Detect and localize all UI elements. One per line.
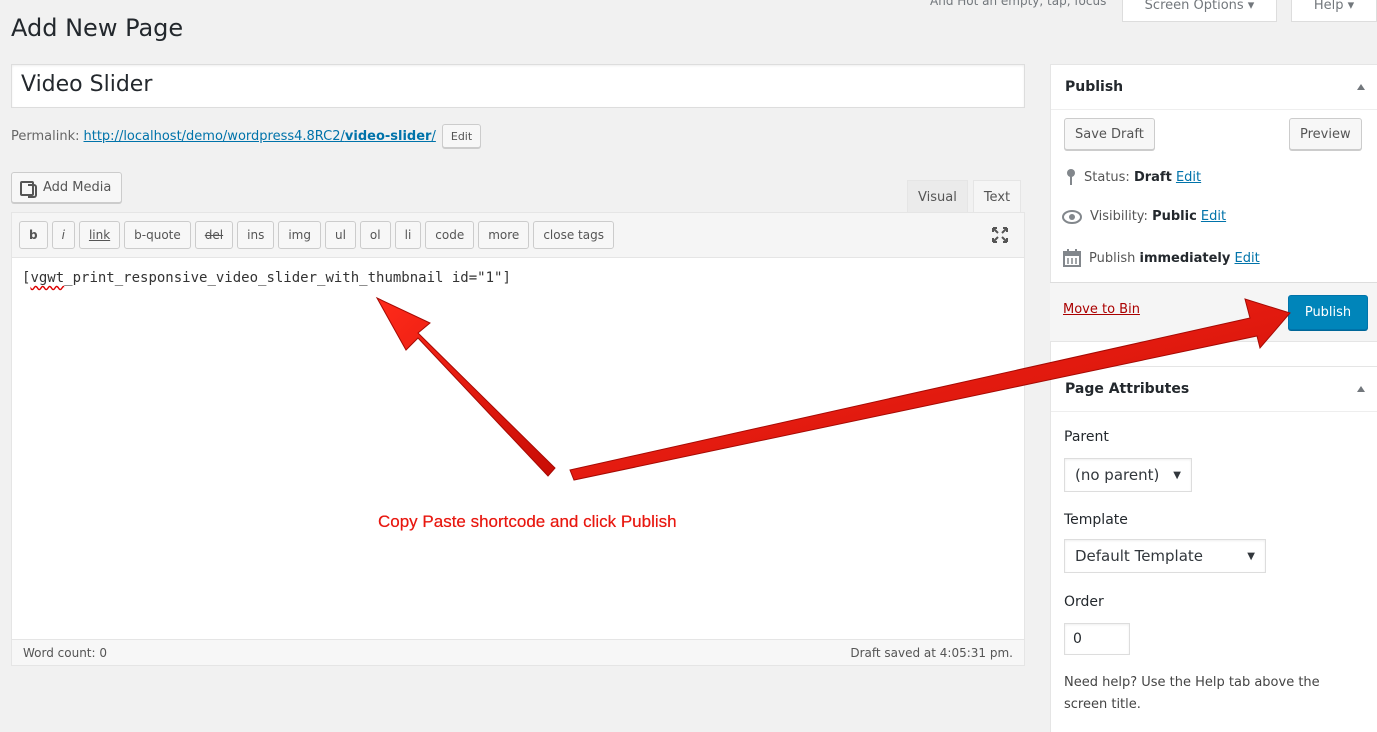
screen-options-tab[interactable]: Screen Options ▾ [1122, 0, 1277, 22]
collapse-caret-icon[interactable] [1357, 386, 1365, 392]
dropdown-arrow-icon: ▼ [1173, 469, 1181, 481]
calendar-icon [1063, 249, 1081, 267]
publish-box: Publish [1050, 64, 1377, 406]
eye-icon [1062, 209, 1082, 224]
qt-code-button[interactable]: code [425, 221, 475, 249]
qt-bold-button[interactable]: b [19, 221, 48, 249]
qt-img-button[interactable]: img [278, 221, 321, 249]
template-select[interactable]: Default Template ▼ [1064, 539, 1266, 573]
preview-button[interactable]: Preview [1289, 118, 1362, 150]
misspelled-word: vgwt [30, 270, 65, 286]
permalink-link[interactable]: http://localhost/demo/wordpress4.8RC2/vi… [84, 129, 436, 144]
annotation-text: Copy Paste shortcode and click Publish [378, 512, 677, 531]
qt-ol-button[interactable]: ol [359, 221, 391, 249]
page-title: Add New Page [11, 14, 184, 42]
visibility-value: Public [1152, 209, 1197, 224]
status-row: Status: Draft Edit [1066, 168, 1201, 186]
content-textarea[interactable]: [vgwt_print_responsive_video_slider_with… [12, 258, 1024, 639]
visibility-edit-link[interactable]: Edit [1201, 209, 1226, 224]
publish-box-title: Publish [1065, 79, 1124, 95]
status-value: Draft [1133, 169, 1172, 185]
status-edit-link[interactable]: Edit [1176, 170, 1201, 185]
order-input[interactable]: 0 [1064, 623, 1130, 655]
qt-close-tags-button[interactable]: close tags [533, 221, 614, 249]
tab-text[interactable]: Text [972, 180, 1022, 213]
permalink-edit-button[interactable]: Edit [441, 124, 482, 148]
fullscreen-icon[interactable] [990, 225, 1010, 245]
qt-del-button[interactable]: del [194, 221, 234, 249]
template-label: Template [1064, 512, 1128, 528]
publish-box-header[interactable]: Publish [1051, 65, 1377, 110]
add-media-label: Add Media [43, 180, 112, 195]
template-select-value: Default Template [1075, 547, 1204, 565]
move-to-bin-link[interactable]: Move to Bin [1063, 302, 1140, 317]
publish-button[interactable]: Publish [1288, 295, 1368, 330]
qt-li-button[interactable]: li [394, 221, 422, 249]
draft-saved-status: Draft saved at 4:05:31 pm. [850, 645, 1013, 660]
quicktags-toolbar: b i link b-quote del ins img ul ol li co… [12, 213, 1024, 258]
page-attributes-header[interactable]: Page Attributes [1051, 367, 1377, 412]
page-attributes-help: Need help? Use the Help tab above the sc… [1064, 675, 1320, 712]
schedule-edit-link[interactable]: Edit [1235, 251, 1260, 266]
parent-label: Parent [1064, 429, 1109, 445]
parent-select-value: (no parent) [1075, 466, 1160, 484]
parent-select[interactable]: (no parent) ▼ [1064, 458, 1192, 492]
qt-link-button[interactable]: link [78, 221, 121, 249]
order-label: Order [1064, 594, 1104, 610]
schedule-row: Publish immediately Edit [1063, 249, 1260, 267]
word-count: Word count: 0 [23, 645, 108, 660]
media-icon [20, 180, 37, 198]
save-draft-button[interactable]: Save Draft [1064, 118, 1155, 150]
editor-status-bar: Word count: 0 Draft saved at 4:05:31 pm. [12, 639, 1024, 665]
schedule-value: immediately [1139, 250, 1231, 266]
qt-italic-button[interactable]: i [51, 221, 75, 249]
qt-ul-button[interactable]: ul [324, 221, 356, 249]
help-hint-text: And Hot an empty, tap, focus [930, 0, 1107, 8]
tab-visual[interactable]: Visual [907, 180, 968, 213]
editor-tabs: Visual Text [907, 180, 1022, 213]
collapse-caret-icon[interactable] [1357, 84, 1365, 90]
page-attributes-title: Page Attributes [1065, 381, 1190, 397]
add-media-button[interactable]: Add Media [11, 172, 123, 203]
pin-icon [1067, 169, 1075, 185]
qt-ins-button[interactable]: ins [237, 221, 275, 249]
help-tab[interactable]: Help ▾ [1291, 0, 1377, 22]
editor: b i link b-quote del ins img ul ol li co… [11, 212, 1025, 666]
permalink-row: Permalink: http://localhost/demo/wordpre… [11, 124, 482, 148]
visibility-row: Visibility: Public Edit [1062, 209, 1226, 224]
qt-blockquote-button[interactable]: b-quote [124, 221, 191, 249]
post-title-input[interactable]: Video Slider [11, 64, 1025, 108]
dropdown-arrow-icon: ▼ [1247, 550, 1255, 562]
publish-actions: Move to Bin Publish [1050, 282, 1377, 342]
permalink-label: Permalink: [11, 128, 80, 144]
qt-more-button[interactable]: more [478, 221, 530, 249]
